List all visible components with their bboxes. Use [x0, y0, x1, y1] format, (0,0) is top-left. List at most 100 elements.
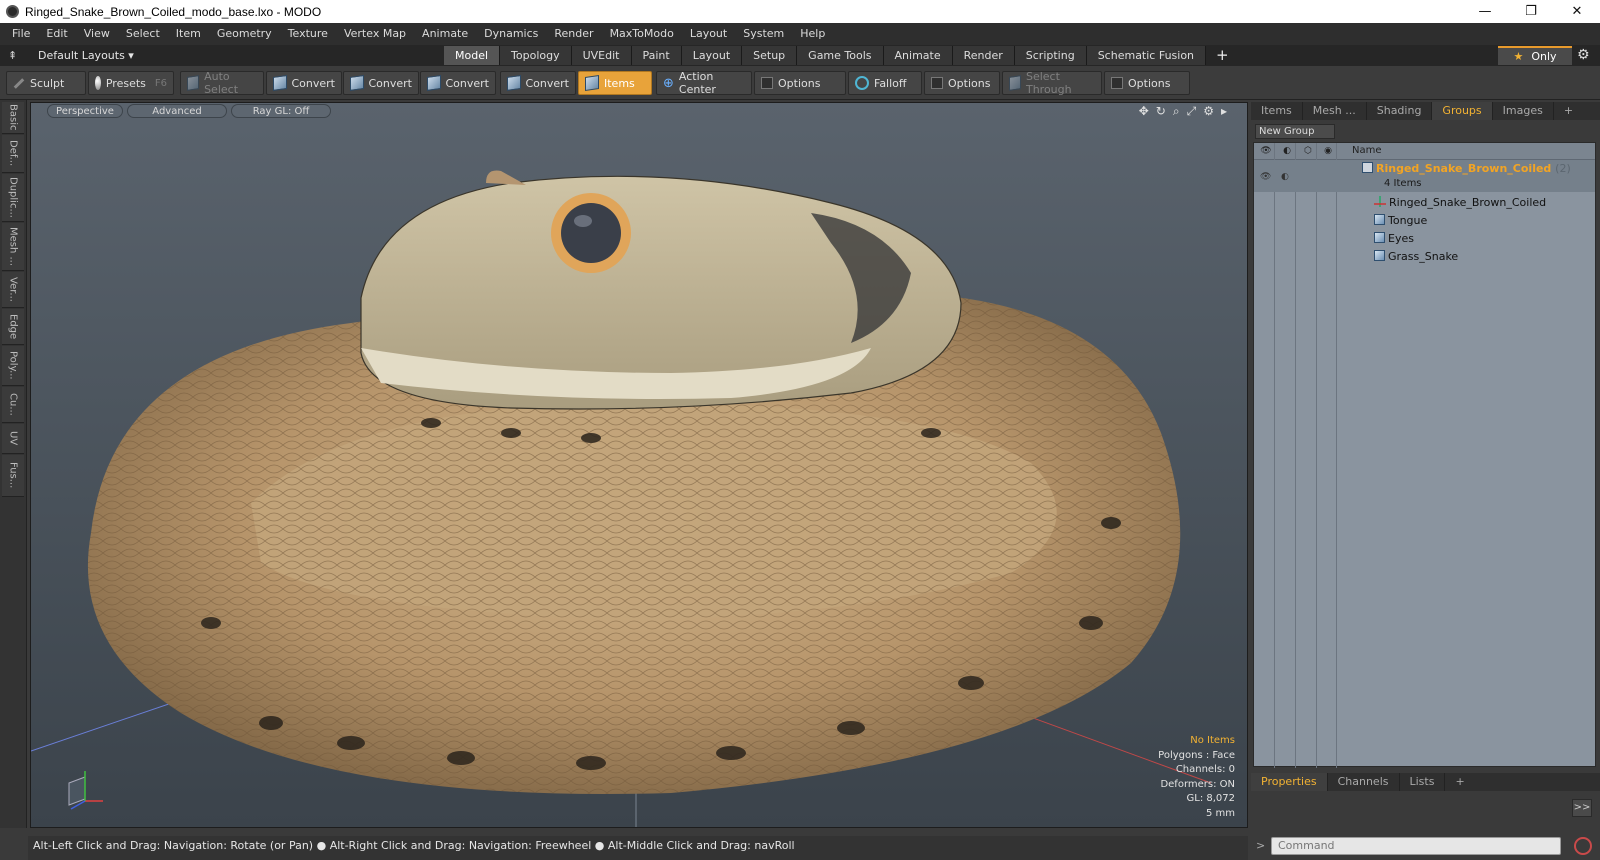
- action-center-options-button[interactable]: Options: [754, 71, 846, 95]
- convert-button-3[interactable]: Convert: [420, 71, 496, 95]
- command-history-icon[interactable]: [1574, 837, 1592, 855]
- add-panel-tab-button[interactable]: +: [1554, 102, 1583, 120]
- shading-mode-button[interactable]: Advanced: [127, 104, 227, 118]
- close-button[interactable]: ✕: [1554, 0, 1600, 23]
- tree-row-item[interactable]: Tongue: [1254, 211, 1595, 229]
- menu-vertex-map[interactable]: Vertex Map: [336, 23, 414, 45]
- tab-model[interactable]: Model: [444, 46, 501, 65]
- vtab-vertex[interactable]: Ver...: [2, 272, 24, 308]
- select-through-button[interactable]: Select Through: [1002, 70, 1102, 96]
- tab-lists[interactable]: Lists: [1400, 773, 1446, 791]
- falloff-icon: [855, 76, 869, 90]
- menu-select[interactable]: Select: [118, 23, 168, 45]
- tab-uvedit[interactable]: UVEdit: [571, 46, 632, 65]
- menu-maxtomodo[interactable]: MaxToModo: [602, 23, 682, 45]
- convert-button-4[interactable]: Convert: [500, 71, 576, 95]
- vtab-deform[interactable]: Def...: [2, 135, 24, 173]
- group-name: Ringed_Snake_Brown_Coiled (2): [1362, 162, 1571, 175]
- tab-mesh[interactable]: Mesh ...: [1303, 102, 1367, 120]
- sculpt-button[interactable]: Sculpt: [6, 71, 86, 95]
- right-panel-tabs: Items Mesh ... Shading Groups Images +: [1251, 102, 1600, 120]
- menu-geometry[interactable]: Geometry: [209, 23, 280, 45]
- command-input[interactable]: Command: [1271, 837, 1561, 855]
- view-mode-button[interactable]: Perspective: [47, 104, 123, 118]
- tab-groups[interactable]: Groups: [1432, 102, 1493, 120]
- pan-icon[interactable]: ✥: [1139, 104, 1149, 119]
- tab-paint[interactable]: Paint: [631, 46, 682, 65]
- vtab-fusion[interactable]: Fus...: [2, 455, 24, 497]
- select-options-button[interactable]: Options: [1104, 71, 1190, 95]
- tree-row-group[interactable]: 👁 ◐ Ringed_Snake_Brown_Coiled (2) 4 Item…: [1254, 160, 1595, 192]
- rotate-icon[interactable]: ↻: [1156, 104, 1166, 119]
- tab-render[interactable]: Render: [952, 46, 1015, 65]
- viewport-gear-icon[interactable]: ⚙: [1203, 104, 1214, 119]
- convert-button-2[interactable]: Convert: [343, 71, 419, 95]
- menu-file[interactable]: File: [4, 23, 38, 45]
- auto-select-button[interactable]: Auto Select: [180, 70, 264, 96]
- menu-layout[interactable]: Layout: [682, 23, 735, 45]
- fit-icon[interactable]: ⤢: [1187, 104, 1197, 119]
- viewport-menu-arrow-icon[interactable]: ▸: [1221, 104, 1227, 119]
- tab-game-tools[interactable]: Game Tools: [797, 46, 884, 65]
- vtab-polygon[interactable]: Poly...: [2, 346, 24, 386]
- menu-dynamics[interactable]: Dynamics: [476, 23, 546, 45]
- tab-setup[interactable]: Setup: [742, 46, 798, 65]
- vtab-mesh[interactable]: Mesh ...: [2, 223, 24, 271]
- falloff-options-button[interactable]: Options: [924, 71, 1000, 95]
- render-column-icon[interactable]: ◐: [1281, 145, 1293, 157]
- minimize-button[interactable]: —: [1462, 0, 1508, 23]
- options-icon: [1111, 77, 1123, 89]
- render-toggle-icon[interactable]: ◐: [1281, 172, 1289, 182]
- menu-help[interactable]: Help: [792, 23, 833, 45]
- gear-icon[interactable]: ⚙: [1577, 47, 1590, 63]
- select-column-icon[interactable]: ◉: [1322, 145, 1334, 157]
- vtab-duplicate[interactable]: Duplic...: [2, 174, 24, 222]
- menu-animate[interactable]: Animate: [414, 23, 476, 45]
- tab-properties[interactable]: Properties: [1251, 773, 1328, 791]
- tab-animate[interactable]: Animate: [883, 46, 953, 65]
- eye-icon[interactable]: 👁: [1260, 172, 1271, 182]
- tree-row-item[interactable]: Ringed_Snake_Brown_Coiled: [1254, 193, 1595, 211]
- 3d-viewport[interactable]: Perspective Advanced Ray GL: Off ✥ ↻ ⌕ ⤢…: [30, 102, 1248, 828]
- layout-dropdown[interactable]: Default Layouts ▾: [38, 47, 134, 64]
- action-center-button[interactable]: ⊕ Action Center: [656, 70, 752, 96]
- lock-column-icon[interactable]: ⬡: [1302, 145, 1314, 157]
- only-button[interactable]: ★ Only: [1498, 46, 1572, 65]
- expand-button[interactable]: >>: [1572, 799, 1592, 817]
- presets-button[interactable]: Presets F6: [88, 71, 174, 95]
- vtab-curve[interactable]: Cu...: [2, 387, 24, 423]
- tab-channels[interactable]: Channels: [1328, 773, 1400, 791]
- items-mode-button[interactable]: Items: [578, 71, 652, 95]
- tree-row-item[interactable]: Eyes: [1254, 229, 1595, 247]
- add-bottom-tab-button[interactable]: +: [1445, 773, 1474, 791]
- tree-row-item[interactable]: Grass_Snake: [1254, 247, 1595, 265]
- visibility-column-icon[interactable]: 👁: [1260, 145, 1272, 157]
- name-column-header[interactable]: Name: [1352, 145, 1382, 156]
- menu-view[interactable]: View: [76, 23, 118, 45]
- item-name: Tongue: [1388, 214, 1428, 227]
- tab-images[interactable]: Images: [1493, 102, 1554, 120]
- tab-topology[interactable]: Topology: [500, 46, 572, 65]
- falloff-button[interactable]: Falloff: [848, 71, 922, 95]
- tab-scripting[interactable]: Scripting: [1014, 46, 1087, 65]
- menu-item[interactable]: Item: [168, 23, 209, 45]
- layout-arrow-icon[interactable]: ⇞: [8, 49, 17, 62]
- crosshair-icon: ⊕: [663, 75, 674, 91]
- tab-shading[interactable]: Shading: [1367, 102, 1433, 120]
- tab-items[interactable]: Items: [1251, 102, 1303, 120]
- new-group-button[interactable]: New Group: [1255, 124, 1335, 139]
- tab-schematic-fusion[interactable]: Schematic Fusion: [1086, 46, 1207, 65]
- raygl-button[interactable]: Ray GL: Off: [231, 104, 331, 118]
- restore-button[interactable]: ❐: [1508, 0, 1554, 23]
- menu-edit[interactable]: Edit: [38, 23, 75, 45]
- tab-layout[interactable]: Layout: [681, 46, 743, 65]
- add-layout-tab-button[interactable]: +: [1206, 46, 1239, 65]
- menu-texture[interactable]: Texture: [280, 23, 336, 45]
- zoom-icon[interactable]: ⌕: [1173, 104, 1180, 119]
- menu-render[interactable]: Render: [546, 23, 601, 45]
- menu-system[interactable]: System: [735, 23, 792, 45]
- vtab-basic[interactable]: Basic: [2, 102, 24, 134]
- vtab-edge[interactable]: Edge: [2, 309, 24, 345]
- vtab-uv[interactable]: UV: [2, 424, 24, 454]
- convert-button-1[interactable]: Convert: [266, 71, 342, 95]
